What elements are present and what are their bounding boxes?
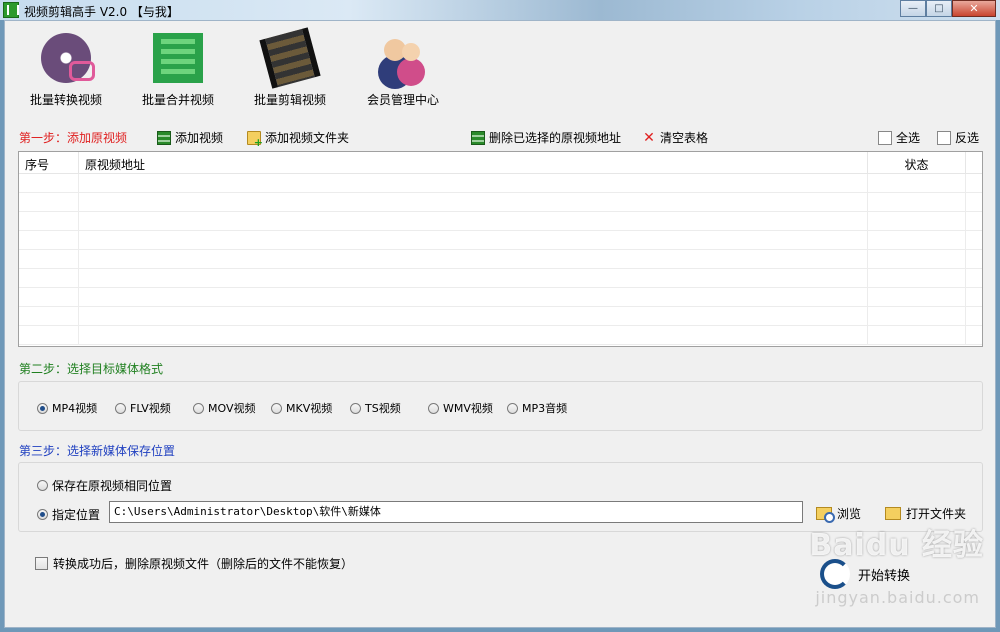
add-video-button[interactable]: 添加视频 xyxy=(157,129,223,146)
watermark-logo: Baidu 经验 xyxy=(809,528,984,563)
folder-icon xyxy=(885,507,901,520)
member-center-label: 会员管理中心 xyxy=(366,93,439,107)
format-label: MP4视频 xyxy=(52,402,98,415)
table-row xyxy=(19,326,982,345)
add-folder-label: 添加视频文件夹 xyxy=(265,131,350,145)
radio-dot xyxy=(37,509,48,520)
delete-selected-button[interactable]: 删除已选择的原视频地址 xyxy=(471,129,621,146)
radio-dot xyxy=(115,402,126,414)
film-icon xyxy=(157,130,171,145)
video-convert-icon xyxy=(41,33,95,83)
step1-title: 第一步：添加原视频 xyxy=(19,131,128,145)
select-all-label: 全选 xyxy=(896,131,921,145)
batch-merge-label: 批量合并视频 xyxy=(141,93,214,107)
delete-after-checkbox[interactable]: 转换成功后，删除原视频文件（删除后的文件不能恢复） xyxy=(35,555,353,572)
radio-dot xyxy=(507,402,518,414)
video-merge-icon xyxy=(153,33,203,83)
batch-convert-button[interactable]: 批量转换视频 xyxy=(11,33,121,108)
batch-merge-button[interactable]: 批量合并视频 xyxy=(123,33,233,108)
start-convert-label: 开始转换 xyxy=(858,568,911,584)
column-header-index[interactable]: 序号 xyxy=(19,152,79,173)
radio-dot xyxy=(37,480,48,491)
maximize-button[interactable]: □ xyxy=(926,0,952,17)
film-cut-icon xyxy=(259,27,321,89)
format-label: MP3音频 xyxy=(522,402,568,415)
invert-select-label: 反选 xyxy=(955,131,980,145)
users-icon xyxy=(378,33,428,83)
batch-cut-button[interactable]: 批量剪辑视频 xyxy=(235,27,345,108)
format-group: MP4视频 FLV视频 MOV视频 MKV视频 TS视频 WMV视频 MP3音频 xyxy=(18,381,983,431)
table-row xyxy=(19,193,982,212)
folder-search-icon xyxy=(816,507,835,523)
format-radio-flv[interactable]: FLV视频 xyxy=(115,400,171,416)
radio-dot xyxy=(37,402,48,414)
format-label: FLV视频 xyxy=(130,402,171,415)
add-folder-button[interactable]: 添加视频文件夹 xyxy=(247,129,350,149)
table-row xyxy=(19,250,982,269)
format-radio-mp3[interactable]: MP3音频 xyxy=(507,400,567,416)
delete-after-label: 转换成功后，删除原视频文件（删除后的文件不能恢复） xyxy=(53,557,354,571)
member-center-button[interactable]: 会员管理中心 xyxy=(348,33,458,108)
minimize-button[interactable]: — xyxy=(900,0,926,17)
add-video-label: 添加视频 xyxy=(175,131,224,145)
folder-add-icon xyxy=(247,130,263,149)
table-row xyxy=(19,269,982,288)
format-radio-mov[interactable]: MOV视频 xyxy=(193,400,255,416)
page-icon xyxy=(937,130,951,145)
table-row xyxy=(19,212,982,231)
close-button[interactable]: ✕ xyxy=(952,0,996,17)
close-icon: ✕ xyxy=(643,129,655,146)
table-header: 序号 原视频地址 状态 xyxy=(19,152,982,174)
column-header-path[interactable]: 原视频地址 xyxy=(79,152,868,173)
table-row xyxy=(19,307,982,326)
step2-title: 第二步：选择目标媒体格式 xyxy=(19,362,164,376)
clear-table-label: 清空表格 xyxy=(660,131,709,145)
batch-cut-label: 批量剪辑视频 xyxy=(253,93,326,107)
format-radio-wmv[interactable]: WMV视频 xyxy=(428,400,493,416)
delete-selected-label: 删除已选择的原视频地址 xyxy=(489,131,622,145)
title-bar: 视频剪辑高手 V2.0 【与我】 — □ ✕ xyxy=(0,0,1000,20)
table-row xyxy=(19,231,982,250)
table-row xyxy=(19,174,982,193)
invert-select-button[interactable]: 反选 xyxy=(937,129,979,146)
format-label: WMV视频 xyxy=(443,402,493,415)
save-path-input[interactable]: C:\Users\Administrator\Desktop\软件\新媒体 xyxy=(109,501,803,523)
film-delete-icon xyxy=(471,130,485,145)
column-header-status[interactable]: 状态 xyxy=(868,152,966,173)
specified-location-label: 指定位置 xyxy=(52,508,101,522)
format-radio-mp4[interactable]: MP4视频 xyxy=(37,400,97,416)
page-icon xyxy=(878,130,892,145)
table-row xyxy=(19,288,982,307)
radio-dot xyxy=(271,402,282,414)
format-radio-ts[interactable]: TS视频 xyxy=(350,400,401,416)
window-title: 视频剪辑高手 V2.0 【与我】 xyxy=(24,5,179,19)
video-table[interactable]: 序号 原视频地址 状态 xyxy=(18,151,983,347)
clear-table-button[interactable]: ✕ 清空表格 xyxy=(642,129,708,146)
format-label: TS视频 xyxy=(365,402,401,415)
step3-title: 第三步：选择新媒体保存位置 xyxy=(19,444,176,458)
format-label: MKV视频 xyxy=(286,402,333,415)
checkbox-box xyxy=(35,557,48,570)
app-icon xyxy=(3,2,19,18)
radio-dot xyxy=(428,402,439,414)
radio-dot xyxy=(350,402,361,414)
specified-location-radio[interactable]: 指定位置 xyxy=(37,506,100,523)
format-label: MOV视频 xyxy=(208,402,256,415)
watermark-url: jingyan.baidu.com xyxy=(815,588,980,607)
format-radio-mkv[interactable]: MKV视频 xyxy=(271,400,332,416)
same-location-radio[interactable]: 保存在原视频相同位置 xyxy=(37,477,172,494)
radio-dot xyxy=(193,402,204,414)
window-controls: — □ ✕ xyxy=(900,0,996,18)
batch-convert-label: 批量转换视频 xyxy=(29,93,102,107)
select-all-button[interactable]: 全选 xyxy=(878,129,920,146)
same-location-label: 保存在原视频相同位置 xyxy=(52,479,173,493)
